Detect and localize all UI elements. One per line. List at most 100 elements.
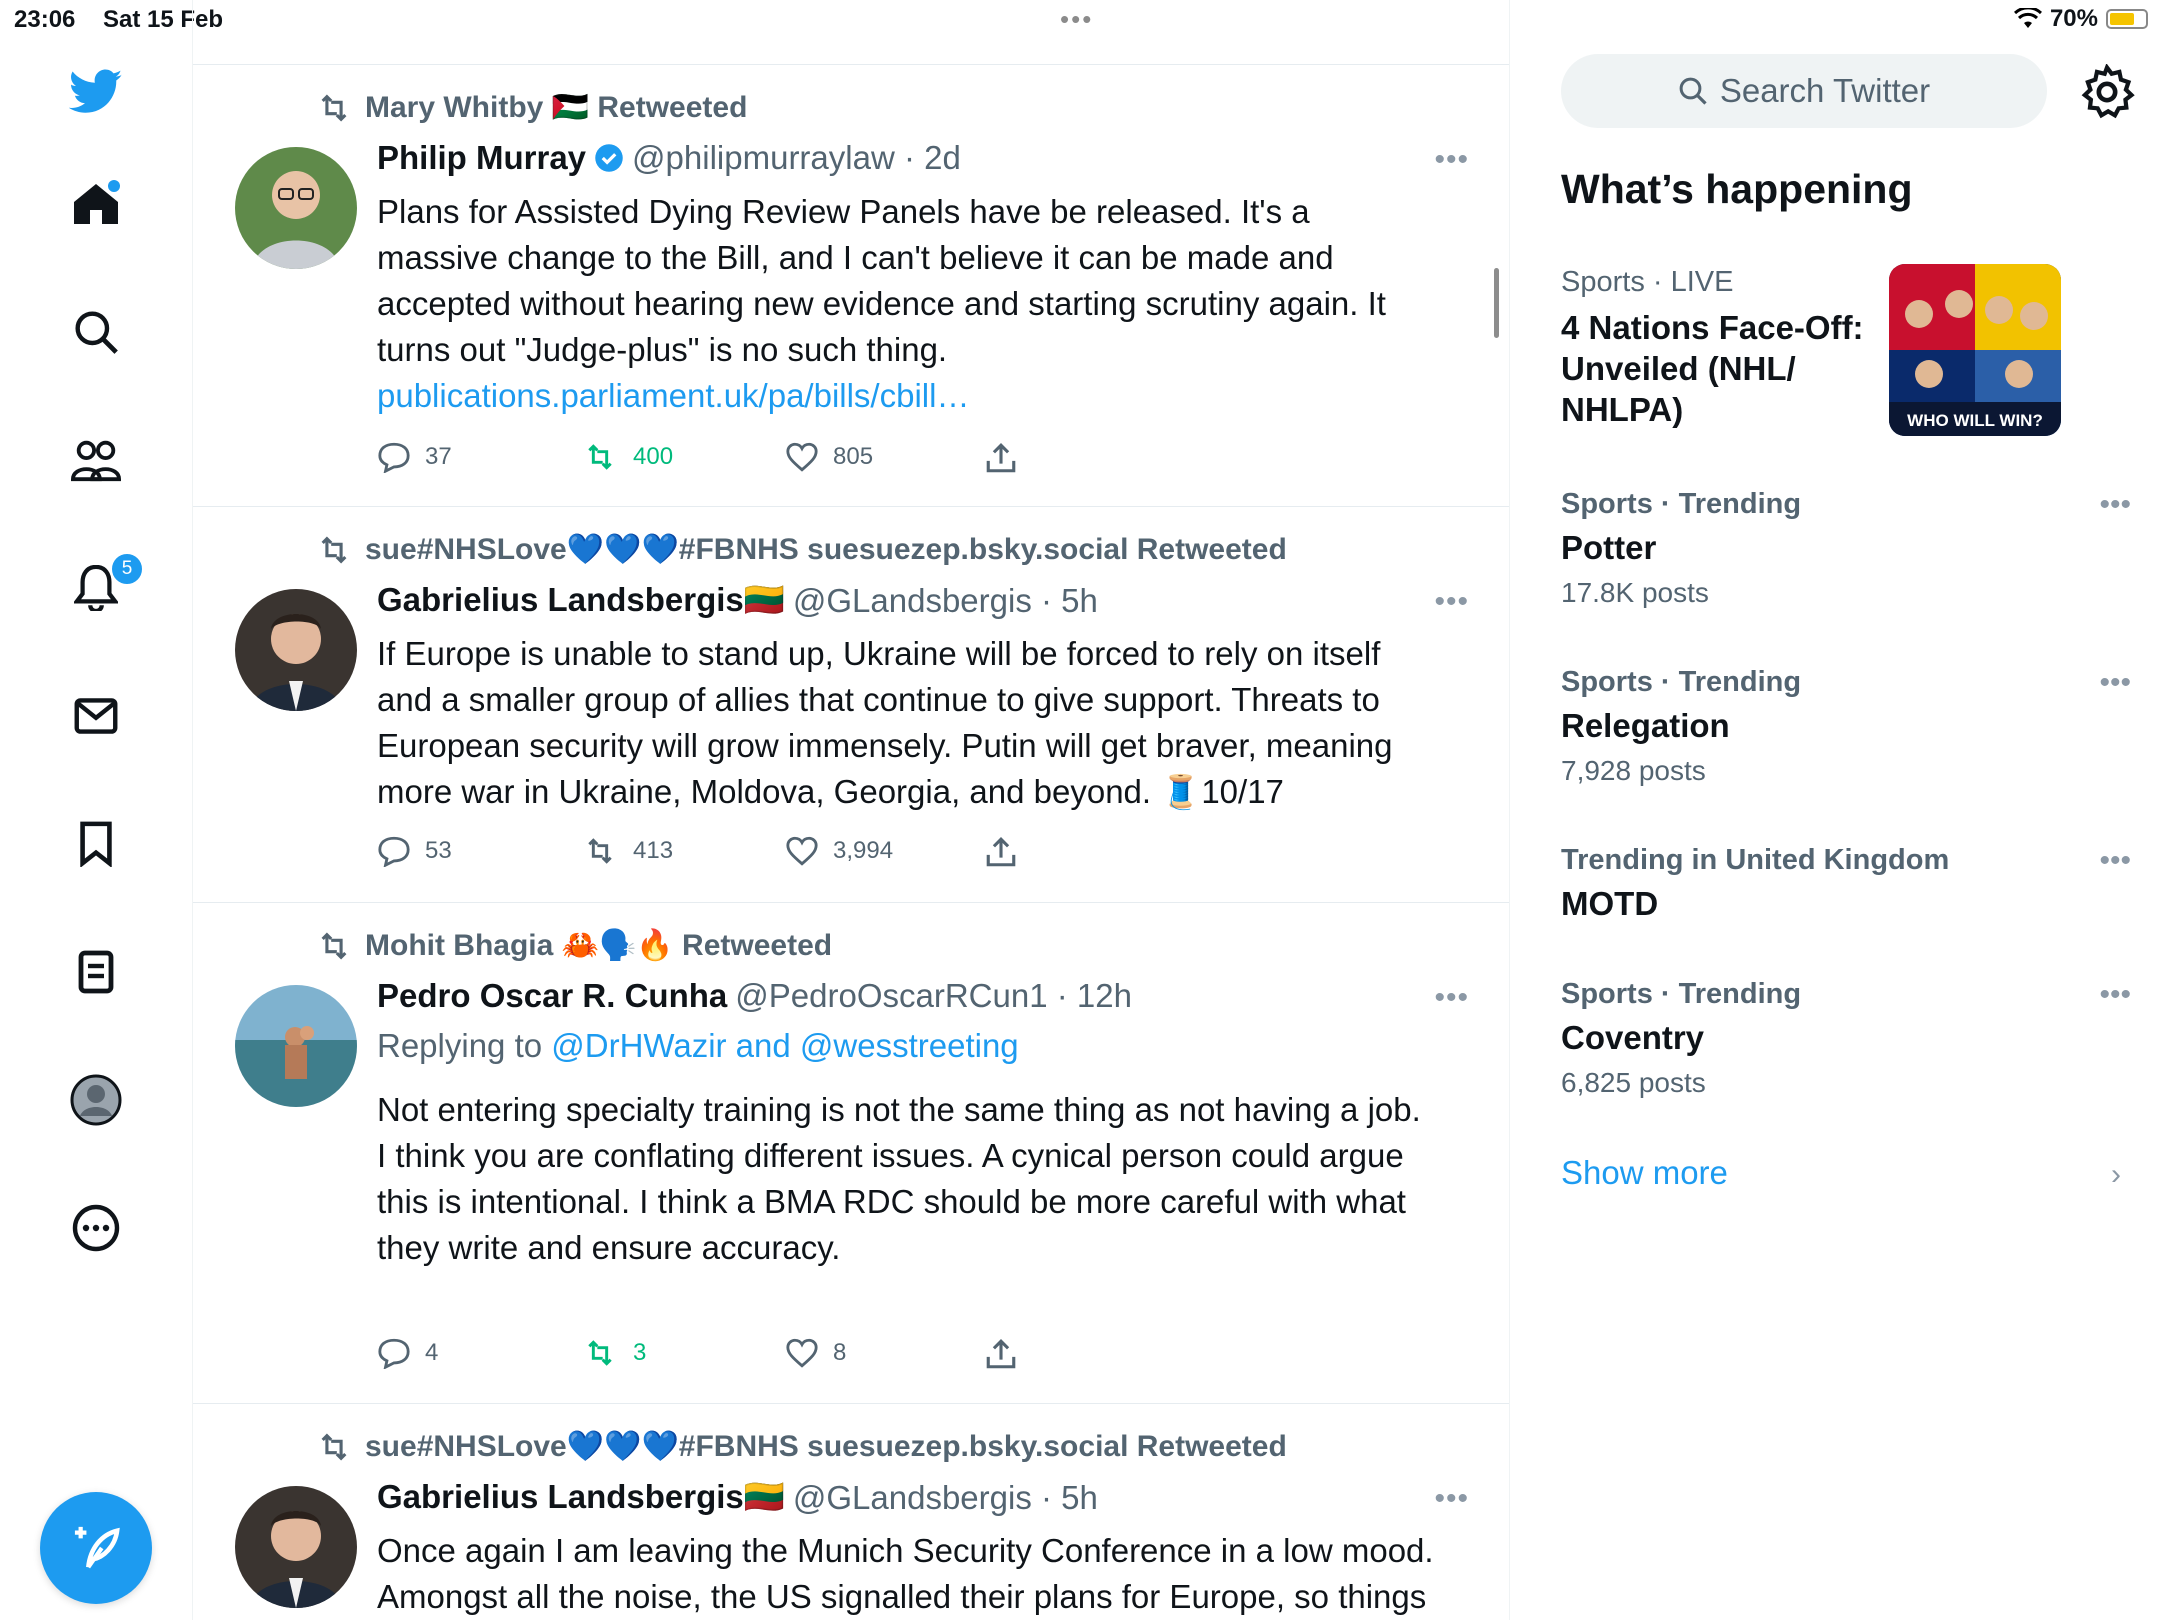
retweet-button[interactable]: 3 — [581, 1337, 646, 1369]
retweeted-by: sue#NHSLove💙💙💙#FBNHS suesuezep.bsky.soci… — [317, 1429, 1287, 1464]
tweet-more-icon[interactable]: ••• — [1434, 981, 1469, 1015]
tweet-header: Gabrielius Landsbergis🇱🇹 @GLandsbergis ·… — [377, 1478, 1098, 1517]
trend-featured[interactable]: Sports · LIVE 4 Nations Face-Off: Unveil… — [1561, 266, 1891, 430]
trend-name: Potter — [1561, 529, 1657, 566]
retweet-button[interactable]: 400 — [581, 441, 673, 473]
heart-icon — [786, 836, 818, 866]
trend-more-icon[interactable]: ••• — [2099, 978, 2131, 1012]
trend-meta: Sports · Trending — [1561, 666, 1802, 698]
search-bar[interactable]: Search Twitter — [1561, 54, 2047, 128]
author-handle[interactable]: @philipmurraylaw · 2d — [632, 139, 961, 177]
replying-to-mentions[interactable]: @DrHWazir and @wesstreeting — [551, 1027, 1018, 1064]
like-button[interactable]: 8 — [785, 1337, 846, 1369]
tweet-more-icon[interactable]: ••• — [1434, 585, 1469, 619]
trend-name: MOTD — [1561, 885, 1659, 922]
retweet-small-icon — [321, 931, 347, 960]
tweet-text: Once again I am leaving the Munich Secur… — [377, 1532, 1434, 1615]
tweet-header: Gabrielius Landsbergis🇱🇹 @GLandsbergis ·… — [377, 581, 1098, 620]
tweet[interactable]: sue#NHSLove💙💙💙#FBNHS suesuezep.bsky.soci… — [193, 1404, 1509, 1620]
more-icon[interactable] — [66, 1198, 126, 1258]
tweet[interactable]: sue#NHSLove💙💙💙#FBNHS suesuezep.bsky.soci… — [193, 507, 1509, 903]
trend-title: 4 Nations Face-Off: Unveiled (NHL/ NHLPA… — [1561, 309, 1864, 428]
trend-item[interactable]: Sports · Trending Potter 17.8K posts ••• — [1561, 488, 2131, 609]
trend-item[interactable]: Trending in United Kingdom MOTD ••• — [1561, 844, 2131, 923]
tweet-header: Philip Murray @philipmurraylaw · 2d — [377, 139, 961, 177]
trend-item[interactable]: Sports · Trending Coventry 6,825 posts •… — [1561, 978, 2131, 1099]
share-button[interactable] — [985, 1337, 1017, 1371]
tweet-text: Plans for Assisted Dying Review Panels h… — [377, 193, 1386, 414]
lists-icon[interactable] — [66, 942, 126, 1002]
right-sidebar: Search Twitter What’s happening Sports ·… — [1509, 0, 2160, 1620]
tweet-actions: 53 413 3,994 — [377, 835, 1077, 875]
notifications-icon[interactable]: 5 — [66, 552, 144, 618]
reply-button[interactable]: 4 — [377, 1337, 438, 1369]
avatar[interactable] — [235, 147, 357, 269]
trend-meta: Sports · Trending — [1561, 978, 1802, 1010]
author-handle[interactable]: @GLandsbergis · 5h — [793, 582, 1098, 620]
reply-button[interactable]: 37 — [377, 441, 452, 473]
reply-icon — [378, 442, 410, 473]
home-icon[interactable] — [66, 174, 126, 234]
retweet-small-icon — [321, 535, 347, 564]
tweet-link[interactable]: publications.parliament.uk/pa/bills/cbil… — [377, 377, 969, 414]
tweet-more-icon[interactable]: ••• — [1434, 143, 1469, 177]
tweet[interactable]: Mohit Bhagia 🦀🗣️🔥 Retweeted Pedro Oscar … — [193, 903, 1509, 1404]
share-icon — [986, 837, 1016, 867]
author-name[interactable]: Philip Murray — [377, 139, 586, 177]
settings-gear-icon[interactable] — [2079, 64, 2135, 120]
reply-icon — [378, 836, 410, 867]
trend-item[interactable]: Sports · Trending Relegation 7,928 posts… — [1561, 666, 2131, 787]
tweet-more-icon[interactable]: ••• — [1434, 1482, 1469, 1516]
author-handle[interactable]: @PedroOscarRCun1 · 12h — [735, 977, 1132, 1015]
bookmarks-icon[interactable] — [66, 814, 126, 874]
heart-icon — [786, 442, 818, 472]
retweet-small-icon — [321, 93, 347, 122]
compose-feather-icon — [74, 1526, 120, 1569]
retweet-button[interactable]: 413 — [581, 835, 673, 867]
like-button[interactable]: 3,994 — [785, 835, 893, 867]
left-navigation: 5 — [0, 40, 192, 1620]
author-handle[interactable]: @GLandsbergis · 5h — [793, 1479, 1098, 1517]
trend-more-icon[interactable]: ••• — [2099, 666, 2131, 700]
status-time: 23:06 — [14, 6, 76, 33]
featured-trend-image[interactable]: WHO WILL WIN? — [1889, 264, 2061, 436]
share-button[interactable] — [985, 835, 1017, 869]
twitter-logo-icon[interactable] — [66, 62, 126, 122]
author-name[interactable]: Gabrielius Landsbergis🇱🇹 — [377, 581, 785, 620]
author-name[interactable]: Gabrielius Landsbergis🇱🇹 — [377, 1478, 785, 1517]
notifications-badge: 5 — [110, 552, 144, 586]
reply-button[interactable]: 53 — [377, 835, 452, 867]
trend-more-icon[interactable]: ••• — [2099, 488, 2131, 522]
retweet-icon — [588, 838, 612, 864]
trend-count: 17.8K posts — [1561, 577, 1709, 608]
like-button[interactable]: 805 — [785, 441, 873, 473]
search-icon[interactable] — [66, 302, 126, 362]
tweet-actions: 37 400 805 — [377, 441, 1077, 481]
tweet-text: If Europe is unable to stand up, Ukraine… — [377, 635, 1393, 810]
chevron-right-icon: › — [2111, 1158, 2121, 1191]
compose-tweet-button[interactable] — [40, 1492, 152, 1604]
search-icon — [1679, 77, 1707, 105]
trend-more-icon[interactable]: ••• — [2099, 844, 2131, 878]
retweeted-by: Mohit Bhagia 🦀🗣️🔥 Retweeted — [317, 928, 832, 963]
trend-name: Relegation — [1561, 707, 1730, 744]
author-name[interactable]: Pedro Oscar R. Cunha — [377, 977, 727, 1015]
reply-icon — [378, 1338, 410, 1369]
tweet-text: Not entering specialty training is not t… — [377, 1091, 1421, 1266]
featured-image-caption: WHO WILL WIN? — [1907, 411, 2043, 430]
avatar[interactable] — [235, 589, 357, 711]
avatar[interactable] — [235, 985, 357, 1107]
retweeted-by: Mary Whitby 🇵🇸 Retweeted — [317, 90, 747, 125]
communities-icon[interactable] — [66, 430, 126, 490]
timeline[interactable]: Mary Whitby 🇵🇸 Retweeted Philip Murray @… — [192, 0, 1510, 1620]
trend-count: 7,928 posts — [1561, 755, 1706, 786]
avatar[interactable] — [235, 1486, 357, 1608]
share-button[interactable] — [985, 441, 1017, 475]
messages-icon[interactable] — [66, 686, 126, 746]
home-unread-dot — [108, 180, 120, 192]
tweet[interactable]: Mary Whitby 🇵🇸 Retweeted Philip Murray @… — [193, 65, 1509, 507]
search-placeholder: Search Twitter — [1719, 72, 1931, 109]
show-more-link[interactable]: Show more — [1561, 1154, 1728, 1192]
profile-icon[interactable] — [66, 1070, 126, 1130]
tweet-header: Pedro Oscar R. Cunha @PedroOscarRCun1 · … — [377, 977, 1132, 1015]
